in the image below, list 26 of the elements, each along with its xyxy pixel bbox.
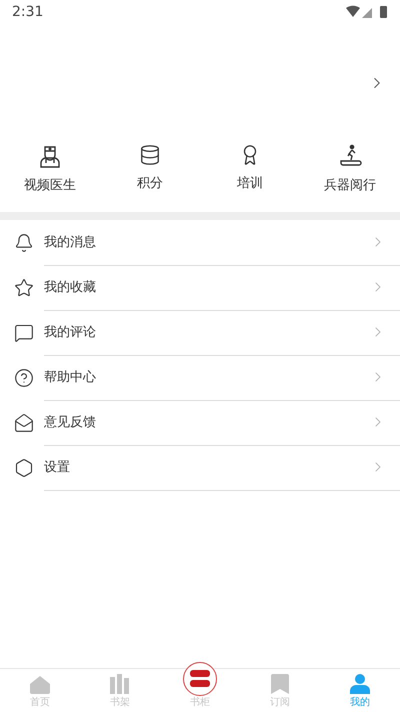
home-icon [30,676,50,694]
doctor-icon [39,144,61,168]
menu-item-label[interactable]: 我的收藏 [44,278,370,296]
status-time: 2:31 [12,4,44,20]
user-icon [350,674,370,694]
shelf-icon [110,674,130,694]
walker-icon [338,144,362,168]
status-icons [346,5,390,19]
bookmark-icon [271,674,289,694]
shortcut-label[interactable]: 视频医生 [24,176,76,194]
menu-item-label[interactable]: 帮助中心 [44,368,370,386]
shortcut-label[interactable]: 兵器阅行 [324,176,376,194]
menu-item-label[interactable]: 设置 [44,458,370,476]
star-icon [14,278,34,298]
shortcut-label[interactable]: 积分 [137,174,163,192]
menu-item-label[interactable]: 我的评论 [44,323,370,341]
coin-stack-icon [139,144,161,166]
bookcase-logo-icon [182,661,218,697]
shortcut-label[interactable]: 培训 [237,174,263,192]
envelope-icon [14,412,34,432]
menu-item-label[interactable]: 意见反馈 [44,413,370,431]
comment-icon [14,322,34,342]
menu-item-label[interactable]: 我的消息 [44,233,370,251]
settings-icon [14,458,34,478]
help-icon [14,368,34,388]
bell-icon [14,232,34,252]
